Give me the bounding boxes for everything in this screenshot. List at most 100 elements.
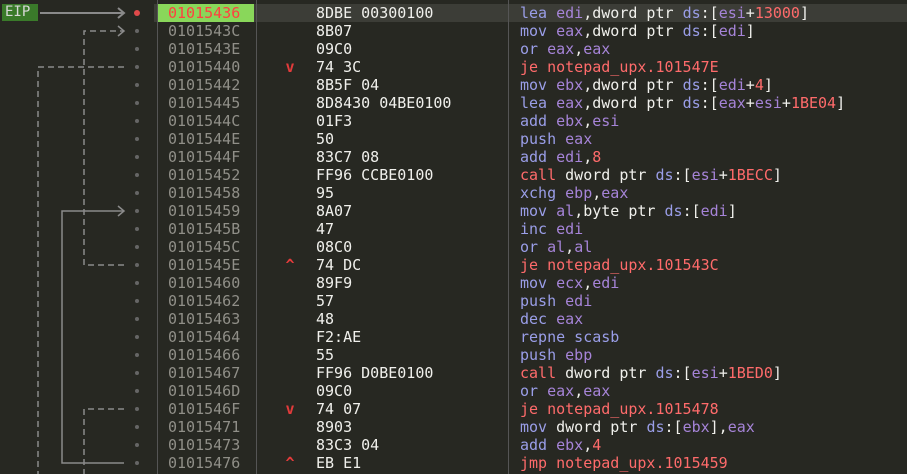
breakpoint-toggle[interactable] (135, 461, 139, 465)
instruction-address: 01015467 (168, 364, 241, 382)
instruction-token: ] (763, 76, 773, 94)
instruction-token: eax (556, 310, 584, 328)
breakpoint-toggle[interactable] (135, 209, 139, 213)
instruction-bytes: 09C0 (316, 382, 353, 400)
instruction-bytes: 83C3 04 (316, 436, 380, 454)
instruction-token: ds (655, 166, 674, 184)
instruction-token: eax (556, 22, 584, 40)
instruction-bytes: 83C7 08 (316, 148, 380, 166)
breakpoint-toggle[interactable] (135, 173, 139, 177)
instruction-token: mov (520, 274, 548, 292)
breakpoint-toggle[interactable] (135, 137, 139, 141)
instruction-address: 01015476 (168, 454, 241, 472)
breakpoint-toggle[interactable] (135, 443, 139, 447)
breakpoint-toggle[interactable] (135, 65, 139, 69)
breakpoint-toggle[interactable] (135, 227, 139, 231)
breakpoint-toggle[interactable] (135, 335, 139, 339)
instruction-token: ds (646, 418, 665, 436)
instruction-bytes: 8B5F 04 (316, 76, 380, 94)
breakpoint-toggle[interactable] (135, 101, 139, 105)
instruction-text: or al,al (520, 238, 592, 256)
instruction-bytes: 57 (316, 292, 335, 310)
instruction-token: ds (682, 94, 701, 112)
instruction-token: ds (664, 202, 683, 220)
instruction-token (556, 292, 565, 310)
jump-line-offscreen-2 (83, 408, 124, 474)
breakpoint-toggle[interactable] (135, 83, 139, 87)
instruction-token: dword ptr (592, 22, 674, 40)
instruction-text: push edi (520, 292, 592, 310)
instruction-text: add ebx,esi (520, 112, 619, 130)
breakpoint-toggle[interactable] (135, 29, 139, 33)
instruction-token (674, 76, 683, 94)
instruction-token: edi (700, 202, 728, 220)
instruction-token: esi (691, 166, 719, 184)
instruction-token: ebx (556, 436, 584, 454)
breakpoint-toggle[interactable] (135, 371, 139, 375)
breakpoint-toggle[interactable] (135, 407, 139, 411)
instruction-token: ebp (565, 184, 593, 202)
jump-down-icon: v (285, 400, 295, 418)
instruction-token: call (520, 364, 557, 382)
instruction-token: , (574, 382, 584, 400)
breakpoint-toggle[interactable] (135, 425, 139, 429)
breakpoint-marker[interactable] (134, 10, 140, 16)
instruction-address: 0101544C (168, 112, 241, 130)
instruction-token (538, 238, 547, 256)
disassembly-view[interactable]: EIP 01015436 8DBE 00300100 lea edi,dword p… (0, 0, 907, 474)
instruction-token: ds (682, 4, 701, 22)
instruction-token: push (520, 346, 557, 364)
instruction-token: or (520, 382, 539, 400)
instruction-token (547, 112, 556, 130)
instruction-token: inc (520, 220, 548, 238)
instruction-token: or (520, 238, 539, 256)
instruction-token (547, 310, 556, 328)
jump-line-loop-outer (61, 210, 124, 464)
instruction-token: push (520, 292, 557, 310)
instruction-bytes: 8903 (316, 418, 353, 436)
instruction-token: ] (727, 202, 737, 220)
instruction-token: edi (592, 274, 620, 292)
jump-line-loop-inner (83, 30, 124, 266)
instruction-token: ebp (565, 346, 593, 364)
instruction-token (538, 382, 547, 400)
instruction-token: ] (772, 364, 782, 382)
breakpoint-toggle[interactable] (135, 389, 139, 393)
instruction-text: mov ebx,dword ptr ds:[edi+4] (520, 76, 773, 94)
instruction-token: ], (709, 418, 728, 436)
instruction-token: esi (691, 364, 719, 382)
instruction-token: call (520, 166, 557, 184)
instruction-token: dword ptr (592, 76, 674, 94)
breakpoint-toggle[interactable] (135, 245, 139, 249)
breakpoint-toggle[interactable] (135, 47, 139, 51)
instruction-text: mov eax,dword ptr ds:[edi] (520, 22, 755, 40)
instruction-address: 01015436 (158, 4, 254, 22)
instruction-token (547, 274, 556, 292)
instruction-token: push (520, 130, 557, 148)
breakpoint-toggle[interactable] (135, 155, 139, 159)
instruction-text: je notepad_upx.1015478 (520, 400, 719, 418)
breakpoint-toggle[interactable] (135, 317, 139, 321)
breakpoint-toggle[interactable] (135, 119, 139, 123)
instruction-token: mov (520, 22, 548, 40)
breakpoint-toggle[interactable] (135, 299, 139, 303)
instruction-token: eax (565, 130, 593, 148)
breakpoint-toggle[interactable] (135, 263, 139, 267)
instruction-token: lea (520, 94, 548, 112)
instruction-address: 01015462 (168, 292, 241, 310)
jump-lines (37, 7, 126, 474)
instruction-token: ecx (556, 274, 584, 292)
jump-up-icon: ^ (285, 454, 295, 472)
breakpoint-toggle[interactable] (135, 353, 139, 357)
instruction-token: eax (547, 382, 575, 400)
breakpoint-toggle[interactable] (135, 281, 139, 285)
instruction-address: 01015440 (168, 58, 241, 76)
instruction-token: dword ptr (565, 364, 647, 382)
instruction-token: dword ptr (565, 166, 647, 184)
instruction-token: 13000 (754, 4, 800, 22)
instruction-token (556, 346, 565, 364)
breakpoint-toggle[interactable] (135, 191, 139, 195)
instruction-bytes: F2:AE (316, 328, 362, 346)
instruction-text: lea eax,dword ptr ds:[eax+esi+1BE04] (520, 94, 845, 112)
instruction-text: mov dword ptr ds:[ebx],eax (520, 418, 755, 436)
